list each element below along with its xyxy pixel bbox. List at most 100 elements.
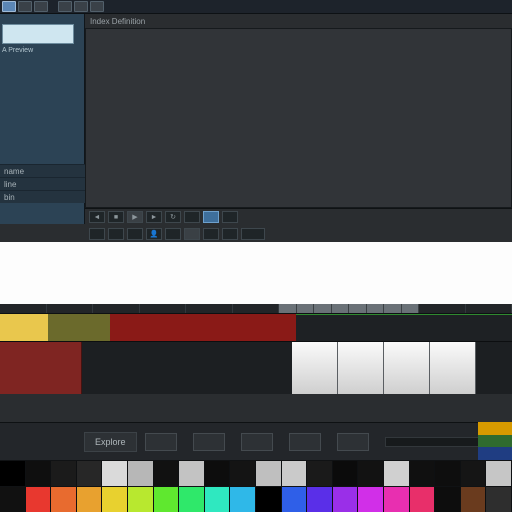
clip-yellow[interactable] [0, 314, 48, 341]
clip-thumbnail[interactable] [2, 24, 74, 44]
track-1[interactable] [0, 314, 512, 342]
bottom-tool-3[interactable] [241, 433, 273, 451]
color-swatch[interactable] [282, 461, 308, 486]
color-swatch[interactable] [102, 487, 128, 512]
viewport-monitor[interactable] [85, 28, 512, 208]
mark-button[interactable] [184, 211, 200, 223]
loop-button[interactable]: ↻ [165, 211, 181, 223]
track-2[interactable] [0, 342, 512, 394]
color-swatch[interactable] [179, 487, 205, 512]
color-swatch[interactable] [333, 487, 359, 512]
ruler-block [279, 304, 419, 313]
color-swatch[interactable] [358, 487, 384, 512]
sidebar-item[interactable]: name [0, 164, 85, 177]
color-swatch[interactable] [51, 487, 77, 512]
color-swatch[interactable] [461, 461, 487, 486]
view-toggle-button[interactable] [203, 211, 219, 223]
color-swatch[interactable] [435, 487, 461, 512]
tool-button-5[interactable] [74, 1, 88, 12]
color-swatch[interactable] [230, 487, 256, 512]
color-swatch[interactable] [384, 461, 410, 486]
color-swatch[interactable] [179, 461, 205, 486]
color-swatch[interactable] [205, 461, 231, 486]
sidebar: A Preview name line bin [0, 14, 85, 224]
clip-red[interactable] [110, 314, 296, 341]
end-button[interactable] [222, 211, 238, 223]
color-swatch[interactable] [102, 461, 128, 486]
color-swatch[interactable] [358, 461, 384, 486]
tool-f-button[interactable] [222, 228, 238, 240]
stop-button[interactable]: ■ [108, 211, 124, 223]
palette-row-2 [0, 486, 512, 512]
panel-tab[interactable]: Index Definition [85, 14, 145, 28]
play-button[interactable]: ▶ [127, 211, 143, 223]
color-swatch[interactable] [154, 461, 180, 486]
color-swatch[interactable] [307, 487, 333, 512]
color-swatch[interactable] [384, 487, 410, 512]
sidebar-items: name line bin [0, 164, 85, 203]
color-swatch[interactable] [410, 487, 436, 512]
color-swatch[interactable] [128, 461, 154, 486]
tool-e-button[interactable] [203, 228, 219, 240]
bottom-tool-4[interactable] [289, 433, 321, 451]
tool-c-button[interactable] [127, 228, 143, 240]
bottom-tool-1[interactable] [145, 433, 177, 451]
bottom-tool-5[interactable] [337, 433, 369, 451]
color-palette [0, 460, 512, 512]
top-toolbar [0, 0, 512, 14]
color-swatch[interactable] [282, 487, 308, 512]
color-swatch[interactable] [230, 461, 256, 486]
sidebar-item[interactable]: bin [0, 190, 85, 203]
color-swatch[interactable] [0, 461, 26, 486]
tool-button-1[interactable] [2, 1, 16, 12]
color-swatch[interactable] [26, 461, 52, 486]
color-swatch[interactable] [486, 487, 512, 512]
tool-button-3[interactable] [34, 1, 48, 12]
scopes-panel[interactable] [0, 242, 512, 304]
color-swatch[interactable] [51, 461, 77, 486]
record-button[interactable] [184, 228, 200, 240]
clip-frame[interactable] [338, 342, 384, 394]
color-swatch[interactable] [486, 461, 512, 486]
tool-button-6[interactable] [90, 1, 104, 12]
status-swatches [478, 422, 512, 460]
panel-tab-label: Index Definition [90, 17, 145, 26]
color-swatch[interactable] [26, 487, 52, 512]
color-swatch[interactable] [77, 461, 103, 486]
tool-b-button[interactable] [108, 228, 124, 240]
status-swatch [478, 447, 512, 460]
clip-frame[interactable] [292, 342, 338, 394]
explore-button[interactable]: Explore [84, 432, 137, 452]
tool-button-4[interactable] [58, 1, 72, 12]
color-swatch[interactable] [205, 487, 231, 512]
bottom-bar: Explore [0, 422, 512, 460]
clip-frame[interactable] [430, 342, 476, 394]
clip-frame[interactable] [384, 342, 430, 394]
color-swatch[interactable] [154, 487, 180, 512]
timeline-ruler[interactable] [0, 304, 512, 314]
transport-bar: ◄ ■ ▶ ► ↻ 👤 [85, 208, 512, 242]
user-icon[interactable]: 👤 [146, 228, 162, 240]
color-swatch[interactable] [410, 461, 436, 486]
color-swatch[interactable] [435, 461, 461, 486]
timeline [0, 304, 512, 422]
color-swatch[interactable] [77, 487, 103, 512]
next-button[interactable]: ► [146, 211, 162, 223]
color-swatch[interactable] [307, 461, 333, 486]
color-swatch[interactable] [461, 487, 487, 512]
clip-olive[interactable] [48, 314, 110, 341]
scale-field[interactable] [241, 228, 265, 240]
color-swatch[interactable] [128, 487, 154, 512]
color-swatch[interactable] [333, 461, 359, 486]
color-swatch[interactable] [0, 487, 26, 512]
bottom-tool-2[interactable] [193, 433, 225, 451]
sidebar-item[interactable]: line [0, 177, 85, 190]
prev-button[interactable]: ◄ [89, 211, 105, 223]
tool-a-button[interactable] [89, 228, 105, 240]
status-swatch [478, 435, 512, 448]
tool-button-2[interactable] [18, 1, 32, 12]
track-2-header[interactable] [0, 342, 82, 394]
color-swatch[interactable] [256, 461, 282, 486]
tool-d-button[interactable] [165, 228, 181, 240]
color-swatch[interactable] [256, 487, 282, 512]
